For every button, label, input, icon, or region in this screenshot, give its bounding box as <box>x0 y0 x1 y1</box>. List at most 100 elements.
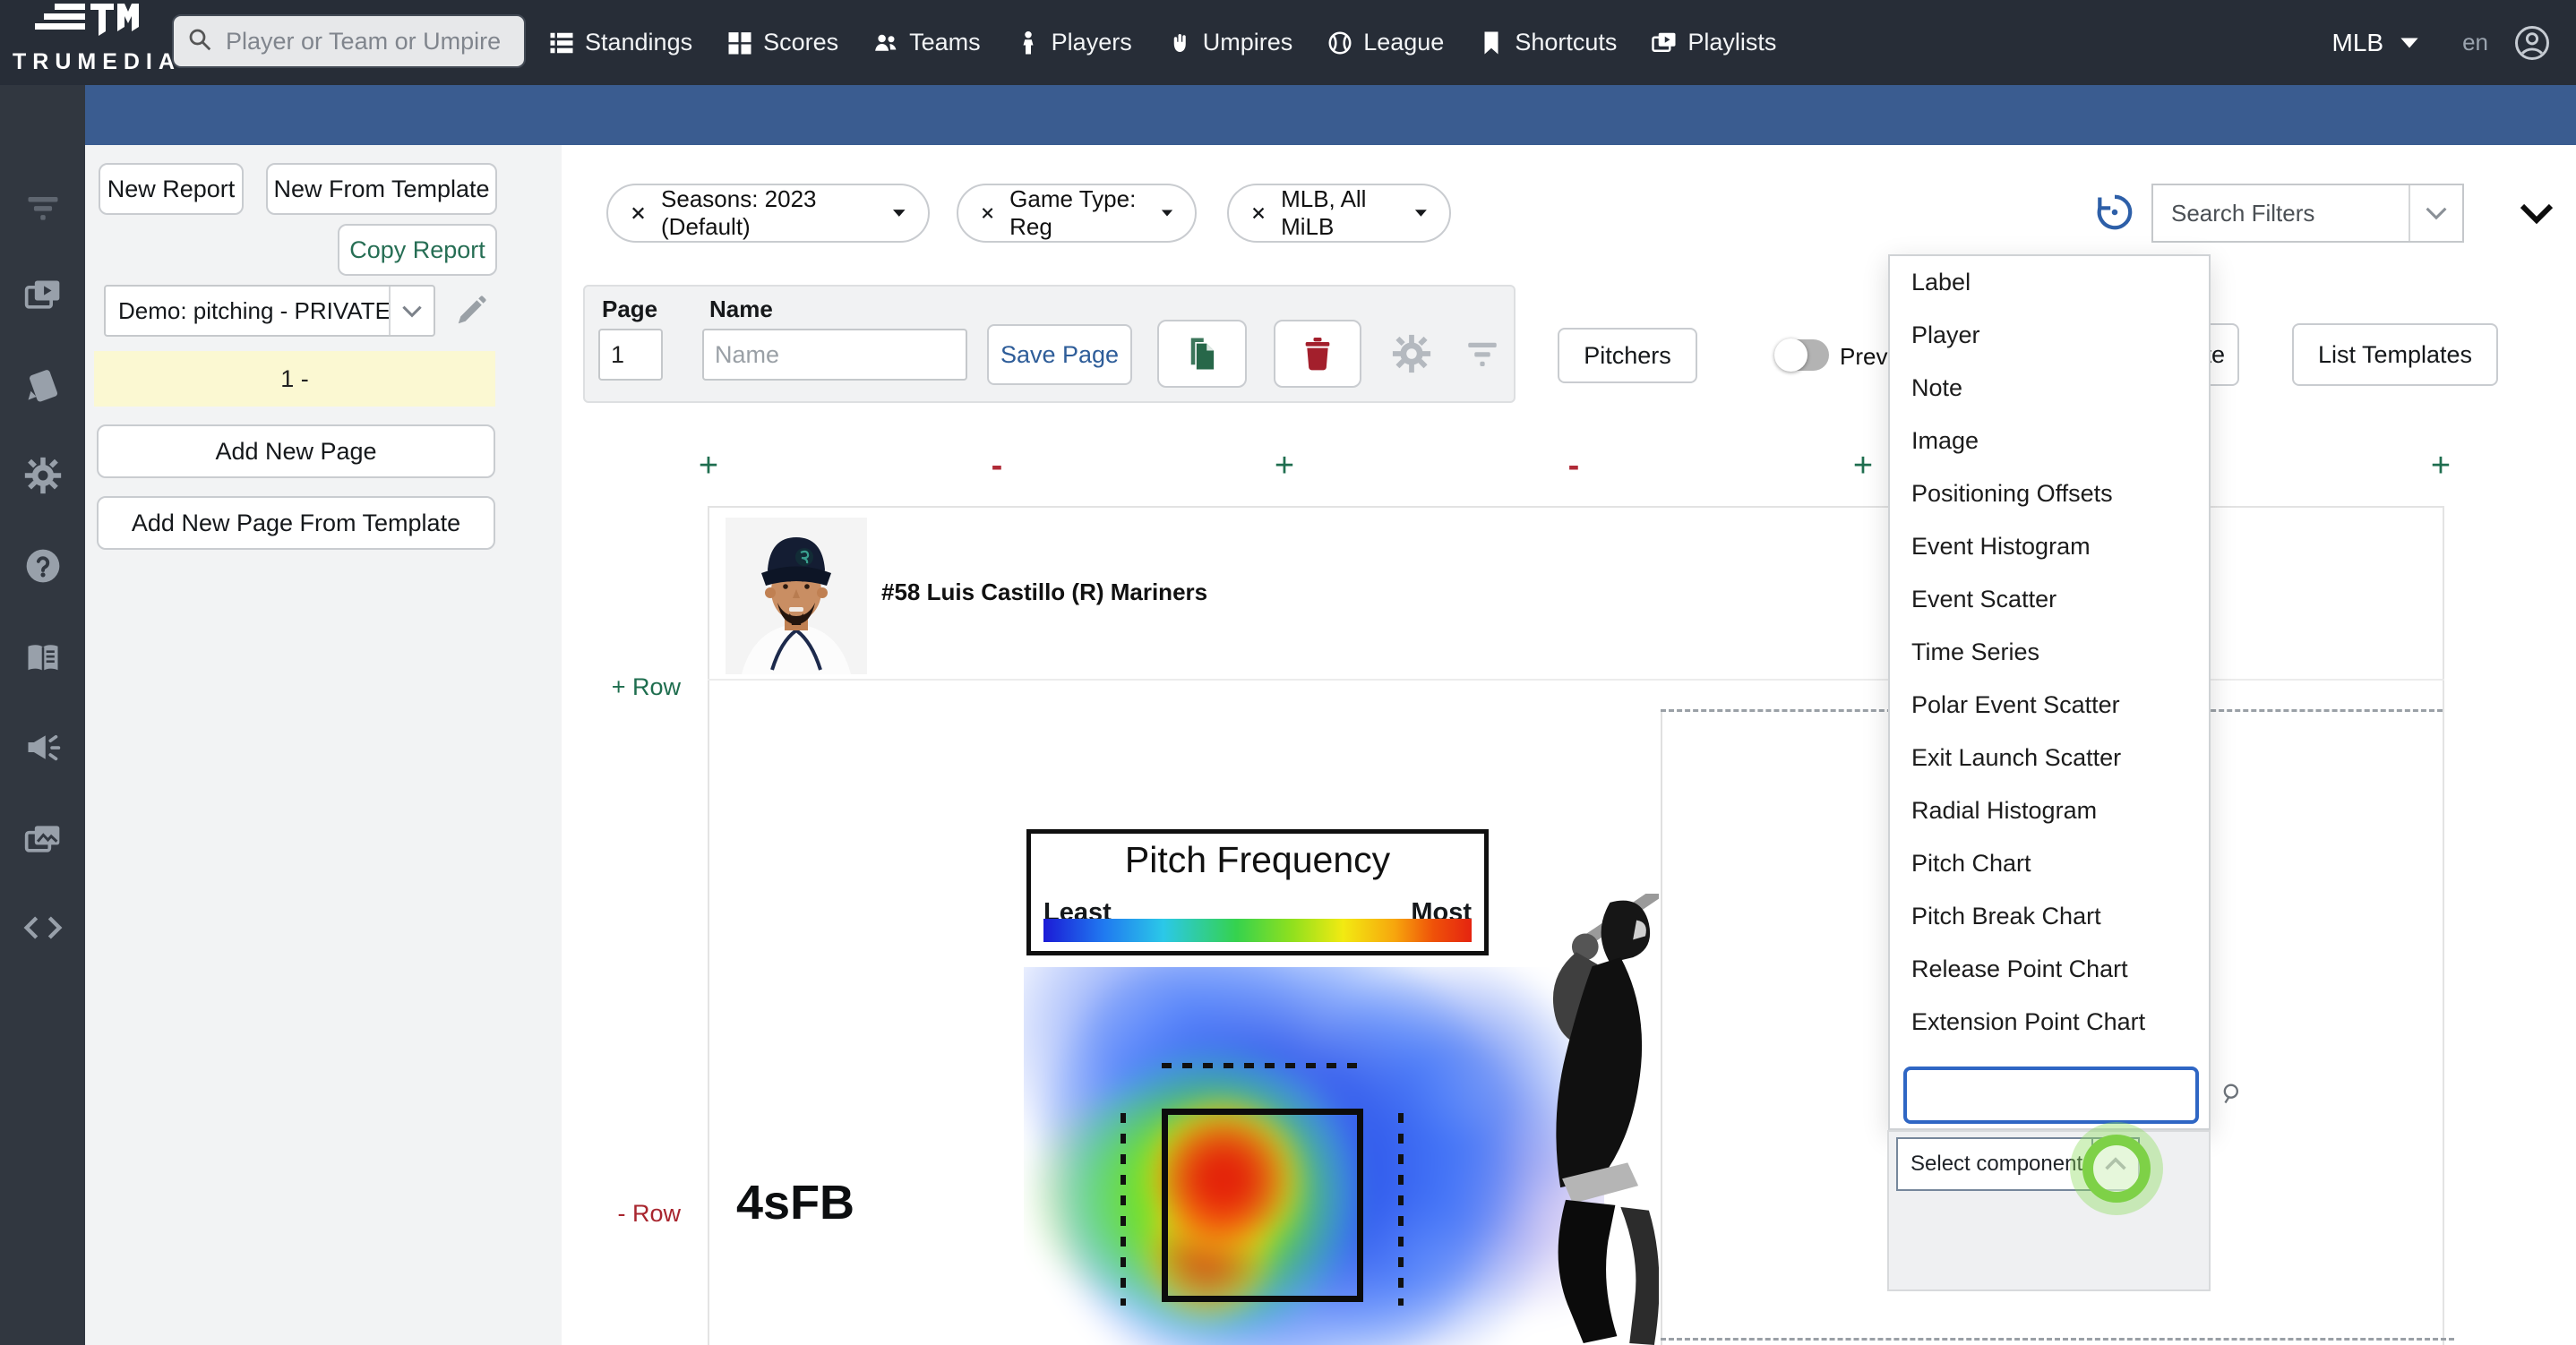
list-templates-button[interactable]: List Templates <box>2292 323 2498 386</box>
league-selector[interactable]: MLB <box>2332 29 2420 57</box>
duplicate-page-button[interactable] <box>1157 320 1247 388</box>
filter-chip-game-type[interactable]: Game Type: Reg <box>957 184 1197 243</box>
component-picker-panel: Select component <box>1887 1130 2211 1291</box>
list-templates-label: List Templates <box>2318 341 2472 369</box>
filter-icon[interactable] <box>23 187 63 227</box>
player-icon <box>1015 30 1042 56</box>
add-column-button[interactable]: + <box>1275 448 1294 484</box>
chevron-down-icon <box>2400 37 2419 49</box>
global-search-input[interactable] <box>224 27 514 56</box>
add-row-button[interactable]: + Row <box>573 673 681 701</box>
add-new-page-button[interactable]: Add New Page <box>97 424 495 478</box>
remove-column-button[interactable]: - <box>992 448 1003 484</box>
menu-item-image[interactable]: Image <box>1890 415 2209 467</box>
docs-book-icon[interactable] <box>23 638 63 678</box>
help-icon[interactable] <box>23 546 63 586</box>
new-from-template-button[interactable]: New From Template <box>266 163 497 215</box>
preview-toggle[interactable] <box>1777 339 1829 371</box>
filter-chip-seasons[interactable]: Seasons: 2023 (Default) <box>606 184 930 243</box>
playlists-icon <box>1651 30 1678 56</box>
menu-item-extension-point-chart[interactable]: Extension Point Chart <box>1890 996 2209 1049</box>
nav-players[interactable]: Players <box>1015 29 1132 56</box>
page-filter-icon[interactable] <box>1464 335 1501 373</box>
league-selector-label: MLB <box>2332 29 2384 57</box>
scoresheet-icon[interactable] <box>23 367 63 407</box>
duplicate-document-icon <box>1183 335 1221 373</box>
settings-gear-icon[interactable] <box>23 456 63 495</box>
report-select[interactable]: Demo: pitching - PRIVATE (bra... <box>104 285 435 337</box>
gallery-icon[interactable] <box>23 819 63 859</box>
batter-silhouette <box>1480 894 1659 1345</box>
nav-label: Standings <box>585 29 692 56</box>
select-component-label: Select component <box>1898 1152 2091 1177</box>
global-search[interactable] <box>172 14 526 68</box>
empty-component-border <box>1661 1338 2454 1341</box>
pitchers-label: Pitchers <box>1584 342 1671 370</box>
nav-umpires[interactable]: Umpires <box>1166 29 1293 56</box>
nav-standings[interactable]: Standings <box>548 29 692 56</box>
teams-icon <box>872 30 899 56</box>
video-playlists-icon[interactable] <box>23 276 63 315</box>
add-column-button[interactable]: + <box>2431 448 2451 484</box>
add-new-page-from-template-button[interactable]: Add New Page From Template <box>97 496 495 550</box>
menu-item-player[interactable]: Player <box>1890 309 2209 362</box>
profile-avatar-icon[interactable] <box>2513 24 2551 62</box>
trash-icon <box>1300 336 1335 372</box>
preview-toggle-label: Prev <box>1840 343 1887 371</box>
trumedia-logo[interactable]: TRUMEDIA <box>13 4 165 75</box>
caret-down-icon <box>892 208 906 218</box>
nav-scores[interactable]: Scores <box>726 29 838 56</box>
menu-item-time-series[interactable]: Time Series <box>1890 626 2209 679</box>
add-column-button[interactable]: + <box>699 448 718 484</box>
save-page-button[interactable]: Save Page <box>987 324 1132 385</box>
language-toggle[interactable]: en <box>2462 29 2488 56</box>
strike-zone-guide <box>1398 1113 1404 1306</box>
menu-item-pitch-chart[interactable]: Pitch Chart <box>1890 837 2209 890</box>
column-border <box>708 506 709 1345</box>
legend-title: Pitch Frequency <box>1031 839 1484 881</box>
umpire-hand-icon <box>1166 30 1193 56</box>
component-dropdown: Label Player Note Image Positioning Offs… <box>1888 254 2211 1130</box>
edit-report-pencil-icon[interactable] <box>454 294 488 328</box>
search-filters-select[interactable]: Search Filters <box>2151 184 2464 243</box>
page-list-item[interactable]: 1 - <box>94 351 495 407</box>
nav-playlists[interactable]: Playlists <box>1651 29 1776 56</box>
menu-item-polar-event-scatter[interactable]: Polar Event Scatter <box>1890 679 2209 732</box>
filter-chip-league[interactable]: MLB, All MiLB <box>1227 184 1451 243</box>
delete-page-button[interactable] <box>1274 320 1361 388</box>
toggle-knob <box>1774 338 1807 372</box>
remove-row-button[interactable]: - Row <box>573 1200 681 1228</box>
chevron-down-icon <box>2409 185 2462 241</box>
caret-down-icon <box>1161 208 1173 218</box>
nav-label: Scores <box>763 29 838 56</box>
menu-item-note[interactable]: Note <box>1890 362 2209 415</box>
menu-item-positioning-offsets[interactable]: Positioning Offsets <box>1890 467 2209 520</box>
page-number-input[interactable] <box>598 329 663 381</box>
page-settings-gear-icon[interactable] <box>1391 333 1432 374</box>
menu-item-exit-launch-scatter[interactable]: Exit Launch Scatter <box>1890 732 2209 784</box>
menu-item-pitch-break-chart[interactable]: Pitch Break Chart <box>1890 890 2209 943</box>
app-root: TRUMEDIA Standings Scores Teams P <box>0 0 2576 1345</box>
menu-item-event-histogram[interactable]: Event Histogram <box>1890 520 2209 573</box>
megaphone-icon[interactable] <box>23 729 63 768</box>
new-report-button[interactable]: New Report <box>99 163 244 215</box>
nav-teams[interactable]: Teams <box>872 29 981 56</box>
nav-label: Umpires <box>1203 29 1293 56</box>
menu-item-release-point-chart[interactable]: Release Point Chart <box>1890 943 2209 996</box>
copy-report-button[interactable]: Copy Report <box>338 224 497 276</box>
collapse-filters-chevron-icon[interactable] <box>2519 201 2555 230</box>
menu-item-event-scatter[interactable]: Event Scatter <box>1890 573 2209 626</box>
embed-code-icon[interactable] <box>23 908 63 947</box>
nav-shortcuts[interactable]: Shortcuts <box>1478 29 1617 56</box>
menu-item-radial-histogram[interactable]: Radial Histogram <box>1890 784 2209 837</box>
pitchers-button[interactable]: Pitchers <box>1558 328 1697 383</box>
add-column-button[interactable]: + <box>1853 448 1873 484</box>
nav-league[interactable]: League <box>1327 29 1444 56</box>
component-search-input[interactable] <box>1916 1081 2220 1110</box>
page-name-input[interactable] <box>702 329 967 381</box>
remove-column-button[interactable]: - <box>1568 448 1580 484</box>
strike-zone-guide <box>1162 1063 1363 1068</box>
menu-item-label-component[interactable]: Label <box>1890 256 2209 309</box>
filter-history-icon[interactable] <box>2094 192 2135 233</box>
close-icon <box>630 203 647 223</box>
